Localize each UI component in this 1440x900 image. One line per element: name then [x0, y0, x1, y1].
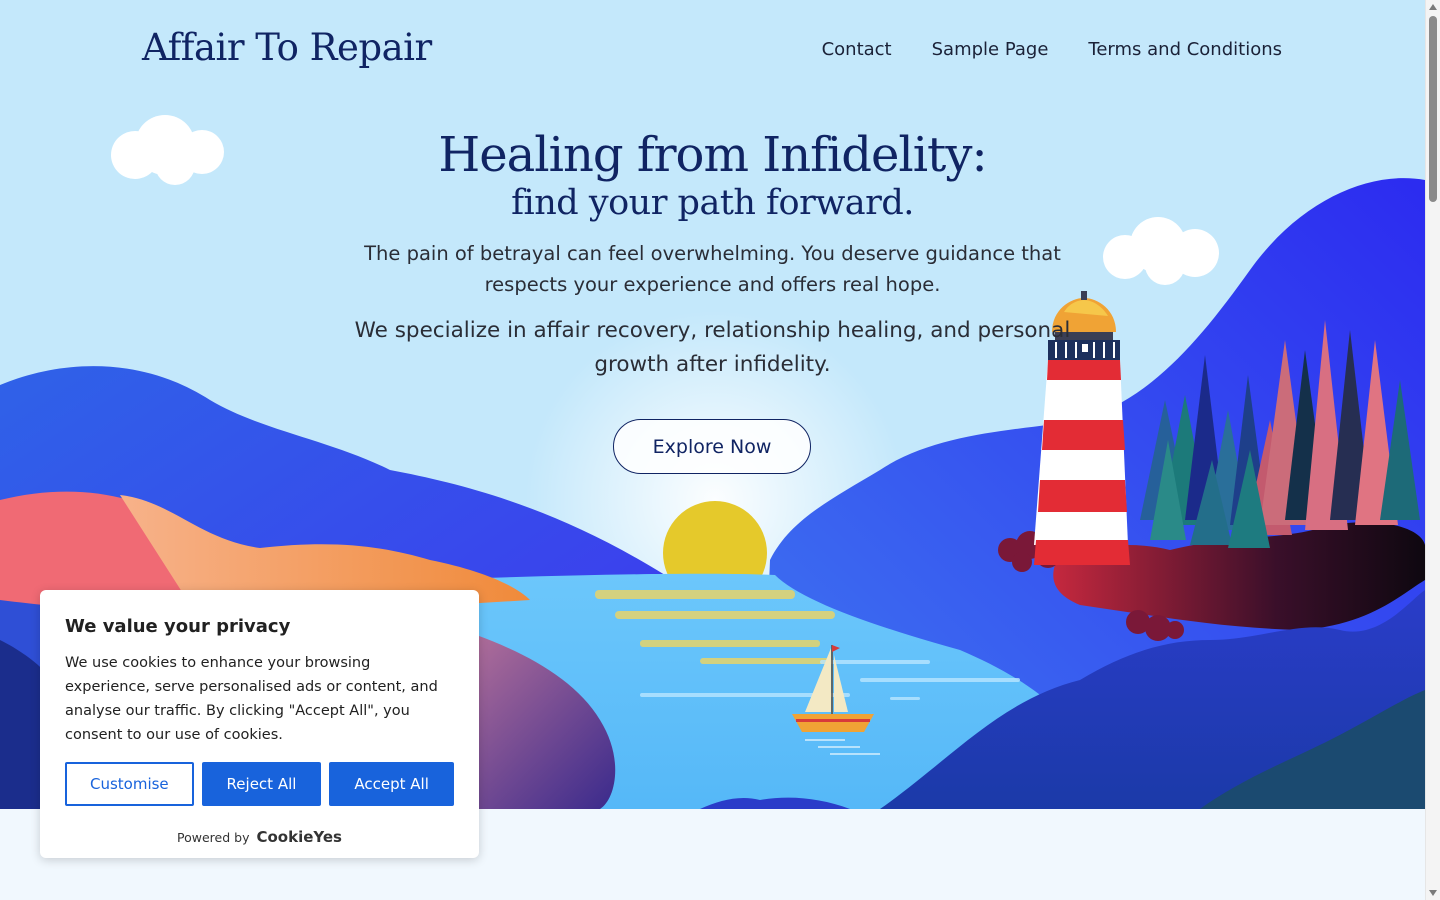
- page: Affair To Repair Contact Sample Page Ter…: [0, 0, 1425, 900]
- customise-button[interactable]: Customise: [65, 762, 194, 806]
- cookieyes-logo[interactable]: CookieYes: [256, 828, 342, 846]
- nav-link-contact[interactable]: Contact: [822, 39, 892, 60]
- powered-by-text: Powered by: [177, 830, 250, 845]
- site-logo[interactable]: Affair To Repair: [142, 26, 432, 69]
- hero-title: Healing from Infidelity:: [438, 127, 987, 183]
- cookie-consent-banner: We value your privacy We use cookies to …: [40, 590, 479, 858]
- hero-content: Healing from Infidelity: find your path …: [0, 124, 1425, 382]
- vertical-scrollbar[interactable]: [1425, 0, 1440, 900]
- cookie-actions: Customise Reject All Accept All: [65, 762, 454, 806]
- site-header: Affair To Repair Contact Sample Page Ter…: [0, 0, 1425, 100]
- explore-now-button[interactable]: Explore Now: [613, 419, 811, 474]
- hero-paragraph-2: We specialize in affair recovery, relati…: [354, 318, 1071, 377]
- scroll-up-arrow-icon[interactable]: [1429, 4, 1437, 10]
- scroll-down-arrow-icon[interactable]: [1429, 890, 1437, 896]
- accept-all-button[interactable]: Accept All: [329, 762, 454, 806]
- nav-link-sample-page[interactable]: Sample Page: [932, 39, 1049, 60]
- cookie-title: We value your privacy: [65, 616, 291, 637]
- hero-subtitle: find your path forward.: [511, 183, 914, 223]
- cookie-description: We use cookies to enhance your browsing …: [65, 655, 438, 743]
- hero-paragraph-1: The pain of betrayal can feel overwhelmi…: [364, 242, 1061, 296]
- powered-by: Powered by CookieYes: [40, 828, 479, 846]
- nav-link-terms[interactable]: Terms and Conditions: [1088, 39, 1282, 60]
- reject-all-button[interactable]: Reject All: [201, 762, 322, 806]
- main-nav: Contact Sample Page Terms and Conditions: [822, 39, 1282, 60]
- scrollbar-thumb[interactable]: [1429, 16, 1437, 202]
